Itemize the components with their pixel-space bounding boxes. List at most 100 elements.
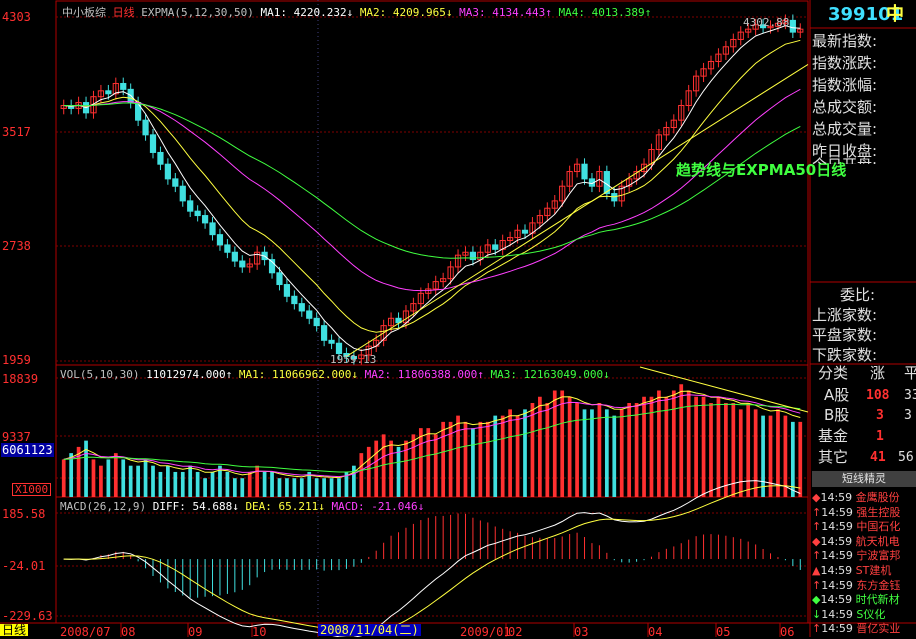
ma2-label: MA2: 4209.965↓	[359, 6, 453, 19]
ma3-line	[63, 88, 801, 292]
field-volume: 总成交量:	[812, 120, 878, 138]
candle-body	[283, 284, 291, 297]
candle-body	[187, 200, 194, 212]
sprite-mark: ↑	[812, 549, 822, 563]
short-sprite-title[interactable]: 短线精灵	[812, 471, 916, 487]
candle-body	[789, 19, 796, 33]
sprite-stock-name: ST建机	[855, 564, 892, 577]
candle-body	[120, 82, 127, 90]
table-row-cat: 基金	[818, 427, 849, 445]
low-price-label: 1959.13	[330, 353, 377, 366]
sprite-stock-name: 金鹰股份	[855, 491, 900, 504]
macd-dea: DEA: 65.211↓	[245, 500, 325, 513]
sprite-stock-name: S仪化	[856, 607, 886, 621]
field-weibi: 委比:	[840, 286, 876, 304]
candle-body	[135, 102, 142, 121]
table-header-flat: 平	[904, 364, 916, 382]
candle-body	[335, 342, 343, 355]
trend-annotation: 趋势线与EXPMA50日线	[676, 161, 847, 179]
sprite-mark: ↓	[812, 607, 822, 621]
table-row-up: 41	[870, 450, 886, 465]
vol-ma2: MA2: 11806388.000↑	[364, 368, 484, 381]
sprite-time: 14:59	[821, 607, 857, 621]
sprite-item[interactable]: ◆14:59 金鹰股份	[812, 489, 900, 505]
main-header: 中小板综 日线 EXPMA(5,12,30,50) MA1: 4220.232↓…	[62, 4, 651, 20]
trend-line	[346, 63, 809, 357]
chart-canvas	[0, 0, 916, 637]
vol-value: 11012974.000↑	[146, 368, 233, 381]
candle-body	[328, 339, 335, 344]
vol-ma3: MA3: 12163049.000↓	[490, 368, 610, 381]
candle-body	[276, 272, 283, 286]
field-open: 今日开盘:	[812, 154, 877, 164]
field-amount: 总成交额:	[812, 98, 878, 116]
vol-ma1: MA1: 11066962.000↓	[238, 368, 359, 381]
ma1-label: MA1: 4220.232↓	[260, 6, 354, 19]
sprite-stock-name: 中国石化	[856, 520, 901, 534]
vol-header: VOL(5,10,30) 11012974.000↑ MA1: 11066962…	[60, 368, 610, 381]
table-row-cat: A股	[824, 386, 850, 404]
candle-body	[581, 163, 588, 180]
candle-body	[172, 178, 179, 187]
ma4-label: MA4: 4013.389↑	[558, 6, 652, 19]
field-change-pct: 指数涨幅:	[812, 76, 878, 94]
vol-name: VOL(5,10,30)	[60, 368, 140, 381]
sprite-time: 14:59	[821, 520, 857, 534]
sprite-item[interactable]: ↑14:59 东方金钰	[812, 577, 900, 593]
macd-header: MACD(26,12,9) DIFF: 54.688↓ DEA: 65.211↓…	[60, 500, 424, 513]
candle-body	[306, 310, 313, 319]
sprite-stock-name: 航天机电	[855, 534, 900, 548]
sprite-mark: ↑	[812, 622, 822, 636]
macd-axis-top: 185.58	[2, 507, 46, 521]
candle-body	[157, 151, 164, 165]
table-row-flat: 56	[898, 450, 914, 465]
table-header-up: 涨	[870, 364, 886, 382]
sprite-stock-name: 东方金钰	[856, 578, 901, 592]
candle-body	[194, 210, 201, 217]
index-name-char: 中	[886, 4, 904, 25]
macd-name: MACD(26,12,9)	[60, 500, 147, 513]
candle-body	[216, 234, 224, 246]
candle-body	[313, 317, 320, 327]
sprite-item[interactable]: ◆14:59 时代新材	[812, 591, 900, 607]
sprite-time: 14:59	[821, 578, 857, 592]
sprite-item[interactable]: ↑14:59 强生控股	[812, 504, 900, 520]
index-name: 中小板综	[62, 6, 106, 19]
sprite-time: 14:59	[820, 534, 856, 548]
sprite-time: 14:59	[821, 622, 857, 636]
table-row-flat: 33	[904, 388, 916, 403]
field-down-count: 下跌家数:	[812, 346, 878, 364]
sprite-item[interactable]: ↓14:59 S仪化	[812, 606, 885, 622]
sprite-item[interactable]: ↑14:59 宁波富邦	[812, 547, 900, 563]
sprite-stock-name: 宁波富邦	[856, 549, 901, 563]
candle-body	[209, 222, 216, 236]
candle-body	[321, 325, 328, 341]
sprite-time: 14:59	[820, 593, 856, 607]
field-change: 指数涨跌:	[812, 54, 878, 72]
macd-diff: DIFF: 54.688↓	[152, 500, 239, 513]
field-flat-count: 平盘家数:	[812, 326, 878, 344]
price-candles	[60, 14, 804, 365]
candle-body	[179, 185, 186, 202]
candle-body	[291, 295, 298, 305]
grid-lines	[56, 16, 808, 637]
macd-panel-border	[55, 496, 809, 624]
price-axis-top: 4303	[2, 10, 31, 24]
macd-axis-bottom: -229.63	[2, 609, 53, 623]
vol-unit-button[interactable]: X1000	[12, 483, 52, 496]
period-tab[interactable]: 日线	[0, 624, 29, 636]
sprite-item[interactable]: ◆14:59 航天机电	[812, 533, 900, 549]
sprite-stock-name: 时代新材	[855, 593, 900, 607]
candle-body	[231, 251, 238, 262]
table-row-flat: 3	[904, 408, 912, 423]
vol-axis-top: 18839	[2, 372, 39, 386]
candle-body	[142, 119, 149, 136]
sprite-item[interactable]: ↑14:59 晋亿实业	[812, 620, 900, 636]
sprite-item[interactable]: ▲14:59 ST建机	[812, 562, 891, 578]
macd-axis-mid: -24.01	[2, 559, 46, 573]
vol-axis-mid: 9337	[2, 430, 31, 444]
candle-body	[105, 90, 112, 95]
candle-body	[492, 244, 499, 250]
sprite-item[interactable]: ↑14:59 中国石化	[812, 518, 900, 534]
sprite-time: 14:59	[820, 564, 856, 577]
